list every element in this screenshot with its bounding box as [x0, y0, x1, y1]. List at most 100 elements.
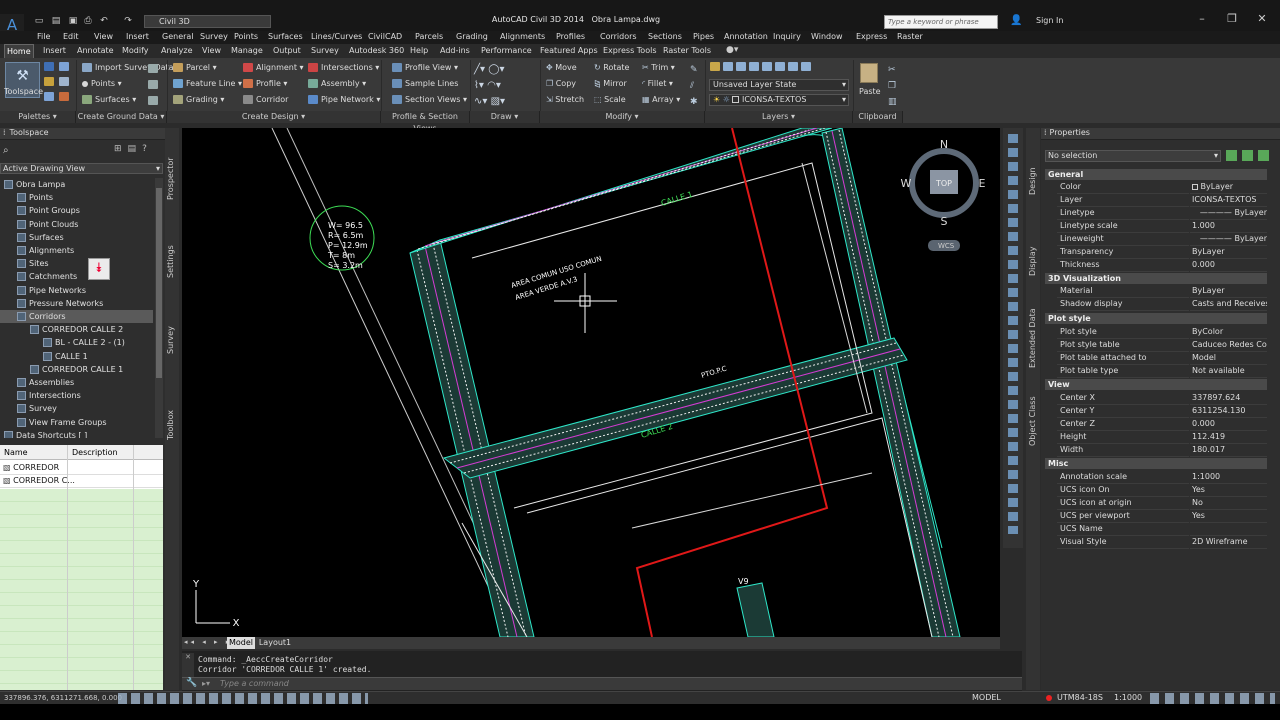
annotation-scale[interactable]: 1:1000	[1114, 693, 1142, 702]
panel-title-draw[interactable]: Draw ▾	[470, 111, 540, 123]
tab-prospector[interactable]: Prospector	[166, 157, 175, 200]
tab-manage[interactable]: Manage	[229, 44, 265, 58]
menu-surfaces[interactable]: Surfaces	[268, 32, 303, 41]
compass-north[interactable]: N	[940, 138, 948, 151]
menu-express[interactable]: Express	[856, 32, 887, 41]
command-close-icon[interactable]: ✕	[182, 653, 194, 677]
menu-general[interactable]: General	[162, 32, 194, 41]
panel-title-profile-section-views[interactable]: Profile & Section Views	[381, 111, 470, 133]
prop-value[interactable]: 180.017	[1190, 444, 1267, 457]
search-icon[interactable]: ⌕	[3, 145, 9, 156]
new-icon[interactable]: ▭	[33, 16, 45, 26]
menu-parcels[interactable]: Parcels	[415, 32, 443, 41]
arc-icon[interactable]: ◠	[487, 80, 496, 91]
prop-value[interactable]: ———— ByLayer	[1190, 233, 1267, 246]
select-objects-icon[interactable]	[1242, 150, 1253, 161]
prop-value[interactable]: ByLayer	[1190, 181, 1267, 194]
layer-state-dropdown[interactable]: Unsaved Layer State ▾	[709, 79, 849, 91]
tab-extended-data[interactable]: Extended Data	[1028, 308, 1037, 368]
polyline-icon[interactable]: ⌇	[474, 80, 479, 91]
move-button[interactable]: ✥ Move	[546, 63, 577, 72]
tree-item[interactable]: Pressure Networks	[0, 297, 153, 310]
rotate-button[interactable]: ↻ Rotate	[594, 63, 629, 72]
undo-icon[interactable]: ↶	[98, 16, 110, 26]
menu-raster[interactable]: Raster	[897, 32, 923, 41]
prop-value[interactable]: 0.000	[1190, 259, 1267, 272]
toggle-pickadd-icon[interactable]	[1226, 150, 1237, 161]
item-view-icon[interactable]: ⊞	[114, 144, 128, 154]
selection-dropdown[interactable]: No selection ▾	[1045, 150, 1221, 162]
prop-value[interactable]: Model	[1190, 352, 1267, 365]
scale-button[interactable]: ⬚ Scale	[594, 95, 626, 104]
menu-view[interactable]: View	[94, 32, 113, 41]
prop-value[interactable]: 337897.624	[1190, 392, 1267, 405]
prop-value[interactable]: 1.000	[1190, 220, 1267, 233]
tree-scroll-thumb[interactable]	[156, 188, 162, 378]
tab-model[interactable]: Model	[227, 637, 255, 649]
compass-east[interactable]: E	[979, 177, 986, 190]
menu-profiles[interactable]: Profiles	[556, 32, 585, 41]
coordinate-system[interactable]: UTM84-18S	[1057, 693, 1103, 702]
intersections-button[interactable]: Intersections ▾	[308, 63, 379, 72]
command-input[interactable]: 🔧 ▸▾ Type a command	[182, 677, 1022, 690]
tab-performance[interactable]: Performance	[479, 44, 534, 58]
tree-item[interactable]: Surfaces	[0, 231, 153, 244]
workspace-dropdown[interactable]: Civil 3D	[144, 15, 271, 28]
open-icon[interactable]: ▤	[50, 16, 62, 26]
prop-value[interactable]: 112.419	[1190, 431, 1267, 444]
menu-points[interactable]: Points	[234, 32, 258, 41]
tab-add-ins[interactable]: Add-ins	[438, 44, 472, 58]
tab-view[interactable]: View	[200, 44, 223, 58]
prop-value[interactable]: No	[1190, 497, 1267, 510]
line-icon[interactable]: ╱	[474, 64, 480, 75]
tab-express-tools[interactable]: Express Tools	[601, 44, 659, 58]
tree-item[interactable]: Assemblies	[0, 376, 153, 389]
drafting-toggles[interactable]	[118, 693, 368, 704]
menu-alignments[interactable]: Alignments	[500, 32, 545, 41]
menu-pipes[interactable]: Pipes	[693, 32, 714, 41]
fillet-button[interactable]: ◜ Fillet ▾	[642, 79, 673, 88]
points-button[interactable]: Points ▾	[82, 79, 122, 88]
maximize-button[interactable]: ❐	[1218, 12, 1246, 28]
pin-down-icon[interactable]: ⯯	[88, 258, 110, 280]
prop-value[interactable]: 2D Wireframe	[1190, 536, 1267, 549]
paste-label[interactable]: Paste	[859, 87, 881, 96]
prop-value[interactable]: ———— ByLayer	[1190, 207, 1267, 220]
sample-lines-button[interactable]: Sample Lines	[392, 79, 458, 88]
tree-item[interactable]: Intersections	[0, 389, 153, 402]
tree-item[interactable]: Point Groups	[0, 204, 153, 217]
spline-icon[interactable]: ∿	[474, 96, 482, 107]
prop-value[interactable]: 1:1000	[1190, 471, 1267, 484]
save-icon[interactable]: ▣	[67, 16, 79, 26]
tree-item[interactable]: Alignments	[0, 244, 153, 257]
tree-item[interactable]: View Frame Groups	[0, 416, 153, 429]
tree-scrollbar[interactable]	[155, 178, 163, 438]
tree-item[interactable]: Catchments	[0, 270, 153, 283]
parcel-button[interactable]: Parcel ▾	[173, 63, 217, 72]
circle-icon[interactable]: ◯	[488, 64, 499, 75]
tab-analyze[interactable]: Analyze	[159, 44, 195, 58]
tree-item[interactable]: Survey	[0, 402, 153, 415]
section-3d-visualization[interactable]: 3D Visualization	[1045, 273, 1267, 284]
redo-icon[interactable]: ↷	[122, 16, 134, 26]
menu-lines-curves[interactable]: Lines/Curves	[311, 32, 362, 41]
prospector-icon[interactable]	[44, 62, 54, 71]
panel-title-create-ground-data[interactable]: Create Ground Data ▾	[76, 111, 167, 123]
pipe-network-button[interactable]: Pipe Network ▾	[308, 95, 380, 104]
minimize-ribbon-icon[interactable]: ●▾	[726, 45, 738, 55]
search-input[interactable]: Type a keyword or phrase	[884, 15, 998, 29]
tree-item[interactable]: Points	[0, 191, 153, 204]
prop-value[interactable]: ByLayer	[1190, 285, 1267, 298]
tree-item[interactable]: Data Shortcuts [ ]	[0, 429, 153, 438]
menu-survey[interactable]: Survey	[200, 32, 228, 41]
corridor-button[interactable]: Corridor	[243, 95, 288, 104]
panel-title-palettes[interactable]: Palettes ▾	[0, 111, 76, 123]
profile-button[interactable]: Profile ▾	[243, 79, 287, 88]
wrench-icon[interactable]: 🔧	[186, 678, 197, 688]
grading-button[interactable]: Grading ▾	[173, 95, 224, 104]
trim-button[interactable]: ✂ Trim ▾	[642, 63, 675, 72]
section-view[interactable]: View	[1045, 379, 1267, 390]
survey-icon[interactable]	[44, 77, 54, 86]
tree-item[interactable]: Obra Lampa	[0, 178, 153, 191]
tree-item[interactable]: CALLE 1	[0, 350, 153, 363]
